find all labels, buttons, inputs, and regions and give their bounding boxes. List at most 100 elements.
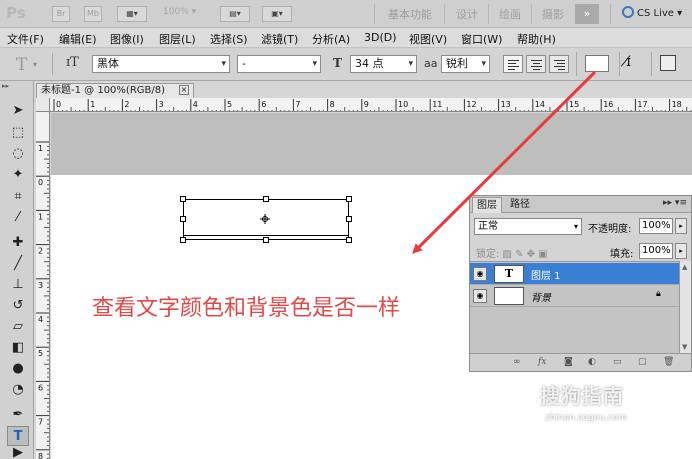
new-layer-icon[interactable]: ▢ (638, 357, 647, 367)
menu-filter[interactable]: 滤镜(T) (261, 31, 298, 47)
transform-handle[interactable] (263, 237, 269, 243)
transform-handle[interactable] (346, 237, 352, 243)
eye-icon[interactable]: ◉ (473, 267, 487, 281)
tab-layers[interactable]: 图层 (472, 197, 502, 213)
warp-text-icon[interactable]: ɪ̸ (626, 54, 631, 70)
scroll-down-icon[interactable]: ▼ (682, 343, 687, 351)
blur-tool-icon[interactable]: ● (7, 359, 29, 379)
document-tab[interactable]: 未标题-1 @ 100%(RGB/8) × (36, 83, 194, 98)
transform-handle[interactable] (180, 196, 186, 202)
menu-3d[interactable]: 3D(D) (364, 31, 397, 44)
move-tool-icon[interactable]: ➤ (7, 101, 29, 121)
scroll-up-icon[interactable]: ▲ (682, 263, 687, 271)
pen-tool-icon[interactable]: ✒ (7, 405, 29, 425)
font-family-select[interactable]: 黑体 ▾ (92, 55, 230, 73)
reference-point-icon[interactable] (260, 214, 270, 224)
menu-bar: 文件(F) 编辑(E) 图像(I) 图层(L) 选择(S) 滤镜(T) 分析(A… (0, 28, 692, 48)
clone-stamp-tool-icon[interactable]: ⊥ (7, 275, 29, 295)
bridge-button[interactable]: Br (52, 6, 70, 22)
healing-brush-tool-icon[interactable]: ✚ (7, 233, 29, 253)
lasso-tool-icon[interactable]: ◌ (7, 144, 29, 164)
separator (444, 4, 445, 24)
link-icon[interactable]: ∞ (513, 357, 521, 367)
chevron-down-icon: ▾ (221, 59, 226, 69)
screen-mode-button[interactable]: ▣▾ (262, 6, 292, 22)
type-tool-icon[interactable]: T (7, 426, 29, 446)
text-tool-preset-icon[interactable]: T (16, 55, 27, 75)
layers-panel-header: 图层 路径 ▸▸ ▾≡ (470, 196, 691, 213)
arrange-documents-button[interactable]: ▤▾ (220, 6, 250, 22)
adjustment-icon[interactable]: ◐ (588, 357, 596, 367)
transform-handle[interactable] (263, 196, 269, 202)
menu-help[interactable]: 帮助(H) (517, 31, 556, 47)
eye-icon[interactable]: ◉ (473, 289, 487, 303)
marquee-tool-icon[interactable]: ⬚ (7, 123, 29, 143)
menu-view[interactable]: 视图(V) (409, 31, 447, 47)
align-right-button[interactable] (549, 55, 569, 73)
brush-tool-icon[interactable]: ╱ (7, 254, 29, 274)
font-style-select[interactable]: - ▾ (237, 55, 321, 73)
layers-scrollbar[interactable]: ▲ ▼ (679, 261, 691, 353)
layer-row-background[interactable]: ◉ 背景 🔒︎ (470, 285, 679, 307)
panel-menu-icon[interactable]: ▸▸ ▾≡ (663, 198, 687, 208)
folder-icon[interactable]: ▭ (613, 357, 622, 367)
menu-select[interactable]: 选择(S) (210, 31, 248, 47)
vertical-ruler[interactable]: 1 0 1 2 3 4 5 6 7 8 (36, 112, 50, 459)
layer-name[interactable]: 图层 1 (531, 267, 561, 282)
workspace-photography[interactable]: 摄影 (542, 6, 564, 22)
text-orientation-icon[interactable]: ɪT (66, 55, 79, 70)
chevron-down-icon[interactable]: ▾ (33, 60, 37, 69)
menu-analysis[interactable]: 分析(A) (312, 31, 350, 47)
dodge-tool-icon[interactable]: ◔ (7, 380, 29, 400)
fill-input[interactable]: 100% (639, 243, 673, 259)
view-extras-button[interactable]: ▦▾ (117, 6, 147, 22)
align-left-button[interactable] (503, 55, 523, 73)
opacity-stepper[interactable]: ▸ (675, 218, 687, 234)
transform-handle[interactable] (180, 237, 186, 243)
collapse-icon[interactable]: ▸▸ (2, 82, 9, 90)
gradient-tool-icon[interactable]: ◧ (7, 338, 29, 358)
quick-selection-tool-icon[interactable]: ✦ (7, 165, 29, 185)
font-size-select[interactable]: 34 点 ▾ (350, 55, 417, 73)
menu-edit[interactable]: 编辑(E) (59, 31, 97, 47)
workspace-essentials[interactable]: 基本功能 (388, 6, 432, 22)
more-workspaces-button[interactable]: » (575, 4, 599, 24)
close-icon[interactable]: × (179, 85, 189, 95)
transform-handle[interactable] (346, 196, 352, 202)
ruler-label: 12 (466, 100, 476, 109)
menu-file[interactable]: 文件(F) (7, 31, 44, 47)
opacity-input[interactable]: 100% (639, 218, 673, 234)
character-panel-icon[interactable] (660, 55, 676, 71)
history-brush-tool-icon[interactable]: ↺ (7, 296, 29, 316)
tools-panel: ▸▸ ➤ ⬚ ◌ ✦ ⌗ ⁄ ✚ ╱ ⊥ ↺ ▱ ◧ ● ◔ ✒ T ▶ (0, 81, 34, 459)
workspace-design[interactable]: 设计 (456, 6, 478, 22)
antialias-select[interactable]: 锐利 ▾ (441, 55, 490, 73)
path-selection-tool-icon[interactable]: ▶ (7, 446, 29, 459)
eyedropper-tool-icon[interactable]: ⁄ (7, 208, 29, 228)
blend-mode-select[interactable]: 正常 ▾ (474, 218, 582, 235)
layer-name[interactable]: 背景 (531, 289, 551, 304)
layer-row-text[interactable]: ◉ T 图层 1 (470, 263, 679, 285)
workspace-painting[interactable]: 绘画 (499, 6, 521, 22)
eraser-tool-icon[interactable]: ▱ (7, 317, 29, 337)
zoom-level[interactable]: 100% ▾ (163, 7, 196, 17)
ruler-label: 0 (56, 100, 61, 109)
transform-handle[interactable] (180, 216, 186, 222)
ruler-origin[interactable] (36, 98, 50, 112)
crop-tool-icon[interactable]: ⌗ (7, 187, 29, 207)
menu-layer[interactable]: 图层(L) (159, 31, 196, 47)
trash-icon[interactable]: 🗑︎ (663, 357, 674, 367)
text-color-swatch[interactable] (585, 55, 609, 72)
cs-live-button[interactable]: CS Live ▾ (622, 6, 682, 19)
menu-window[interactable]: 窗口(W) (461, 31, 502, 47)
transform-handle[interactable] (346, 216, 352, 222)
menu-image[interactable]: 图像(I) (110, 31, 144, 47)
fill-stepper[interactable]: ▸ (675, 243, 687, 259)
align-center-button[interactable] (526, 55, 546, 73)
chevron-down-icon: ▾ (408, 59, 413, 69)
mini-bridge-button[interactable]: Mb (84, 6, 102, 22)
fx-icon[interactable]: fx (538, 357, 546, 367)
tab-paths[interactable]: 路径 (506, 197, 534, 213)
horizontal-ruler[interactable]: 0 1 2 3 4 5 6 7 8 9 10 11 12 13 14 15 16 17 18 (50, 98, 692, 112)
mask-icon[interactable]: ◙ (564, 357, 573, 367)
